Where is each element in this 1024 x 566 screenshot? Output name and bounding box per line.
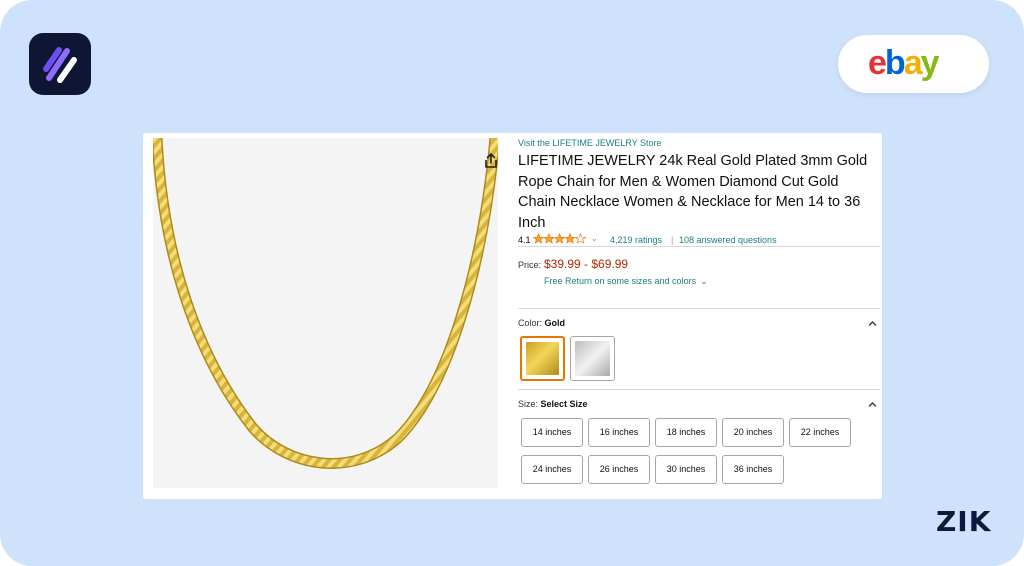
product-image[interactable]: [153, 138, 498, 488]
product-card: Visit the LIFETIME JEWELRY Store LIFETIM…: [143, 133, 882, 499]
divider: [518, 389, 880, 390]
size-option-30[interactable]: 30 inches: [655, 455, 717, 484]
size-section-label: Size: Select Size: [518, 399, 588, 409]
store-link[interactable]: Visit the LIFETIME JEWELRY Store: [518, 138, 662, 148]
chevron-up-icon[interactable]: [868, 319, 877, 328]
divider: [518, 308, 880, 309]
star-rating-icon[interactable]: [533, 233, 587, 245]
size-option-26[interactable]: 26 inches: [588, 455, 650, 484]
size-option-14[interactable]: 14 inches: [521, 418, 583, 447]
size-option-20[interactable]: 20 inches: [722, 418, 784, 447]
share-icon[interactable]: [483, 152, 499, 170]
price-label: Price:: [518, 260, 542, 270]
background-frame: ebay Visit the LIFETIME JEWELRY Store LI…: [0, 0, 1024, 566]
gold-swatch-fill: [526, 342, 559, 375]
divider: [518, 246, 880, 247]
gold-rope-chain-image: [153, 138, 498, 469]
ratings-count-link[interactable]: 4,219 ratings: [610, 235, 662, 245]
size-option-18[interactable]: 18 inches: [655, 418, 717, 447]
ebay-logo: ebay: [838, 35, 989, 93]
size-option-22[interactable]: 22 inches: [789, 418, 851, 447]
color-label: Color:: [518, 318, 543, 328]
color-swatch-silver[interactable]: [570, 336, 615, 381]
chevron-down-icon[interactable]: ⌄: [700, 276, 708, 286]
app-logo-icon: [29, 33, 91, 95]
svg-text:ebay: ebay: [868, 47, 940, 81]
zik-watermark: ZIK: [936, 505, 992, 538]
rating-separator: |: [671, 235, 674, 245]
size-selected-value: Select Size: [540, 399, 588, 409]
silver-swatch-fill: [575, 341, 610, 376]
rating-chevron-down-icon[interactable]: ⌄: [591, 234, 598, 243]
answered-questions-link[interactable]: 108 answered questions: [679, 235, 777, 245]
ebay-logo-icon: ebay: [868, 47, 942, 81]
color-swatch-gold[interactable]: [520, 336, 565, 381]
size-option-16[interactable]: 16 inches: [588, 418, 650, 447]
color-selected-value: Gold: [544, 318, 566, 328]
chevron-up-icon[interactable]: [868, 400, 877, 409]
size-option-24[interactable]: 24 inches: [521, 455, 583, 484]
size-label: Size:: [518, 399, 539, 409]
rating-row: 4.1 ⌄ 4,219 ratings | 108 answered quest…: [518, 233, 880, 247]
rating-value: 4.1: [518, 235, 531, 245]
size-option-36[interactable]: 36 inches: [722, 455, 784, 484]
product-title: LIFETIME JEWELRY 24k Real Gold Plated 3m…: [518, 153, 868, 231]
color-section-label: Color: Gold: [518, 318, 565, 328]
free-return-text[interactable]: Free Return on some sizes and colors: [544, 276, 696, 286]
free-return-link[interactable]: Free Return on some sizes and colors ⌄: [544, 276, 708, 287]
price-range: $39.99 - $69.99: [544, 257, 629, 271]
